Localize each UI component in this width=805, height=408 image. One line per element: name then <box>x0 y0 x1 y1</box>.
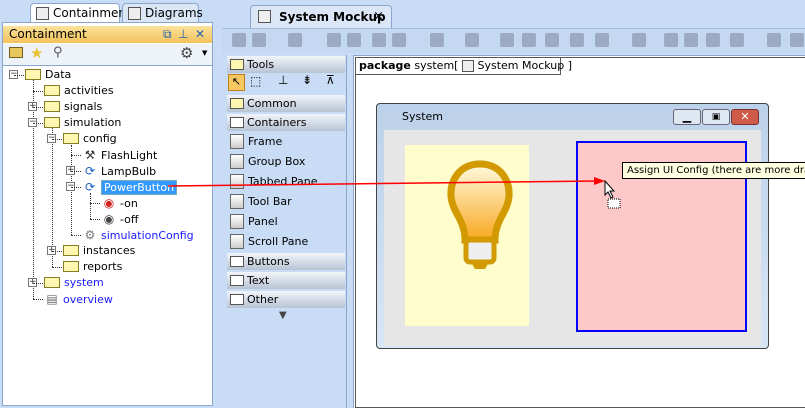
cursor-icon <box>604 180 621 209</box>
drag-arrow <box>167 177 605 187</box>
